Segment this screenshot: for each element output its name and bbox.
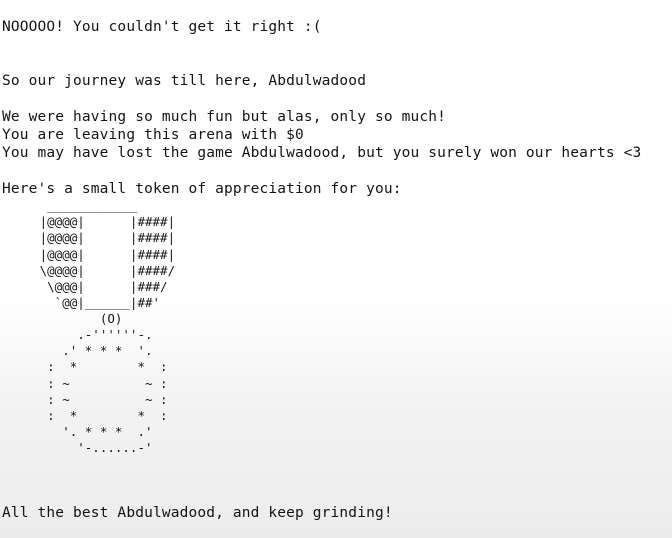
winnings-message: You are leaving this arena with $0 bbox=[2, 127, 304, 143]
farewell-message: All the best Abdulwadood, and keep grind… bbox=[2, 505, 393, 521]
journey-message: So our journey was till here, Abdulwadoo… bbox=[2, 73, 367, 89]
medal-ascii-art: .-''''''-. .' * * * '. : * * : : ~ ~ : :… bbox=[47, 327, 168, 456]
hearts-message: You may have lost the game Abdulwadood, … bbox=[2, 145, 642, 161]
fun-message: We were having so much fun but alas, onl… bbox=[2, 109, 446, 125]
trophy-ascii-art: ____________ |@@@@| |####| |@@@@| |####|… bbox=[39, 198, 176, 327]
token-intro-message: Here's a small token of appreciation for… bbox=[2, 181, 402, 197]
game-over-message: NOOOOO! You couldn't get it right :( bbox=[2, 19, 322, 35]
terminal-output: NOOOOO! You couldn't get it right :( So … bbox=[0, 0, 672, 538]
